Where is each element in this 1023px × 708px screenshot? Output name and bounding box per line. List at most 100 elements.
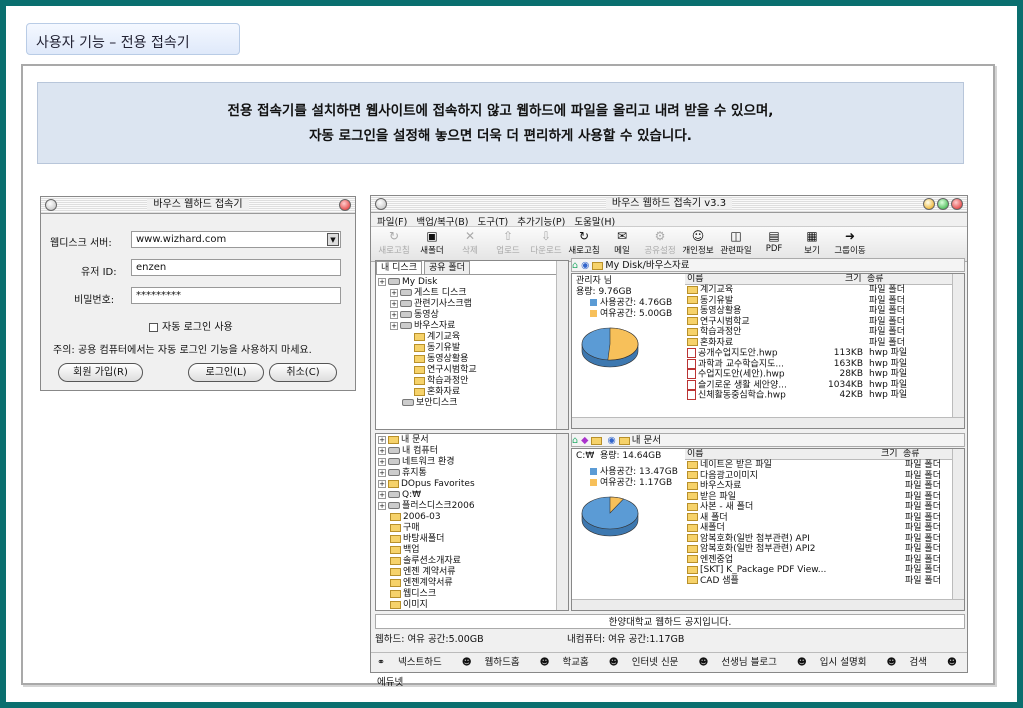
- link-bar-item[interactable]: ☻ 학교홈: [540, 657, 599, 668]
- file-row[interactable]: CAD 샘플 파일 폴더: [687, 576, 953, 587]
- file-row[interactable]: 받은 파일 파일 폴더: [687, 492, 953, 503]
- file-row[interactable]: 다음광고이미지 파일 폴더: [687, 471, 953, 482]
- tree-item[interactable]: 동기유발: [378, 343, 568, 354]
- scrollbar[interactable]: [952, 449, 964, 610]
- file-row[interactable]: 사본 - 새 폴더 파일 폴더: [687, 502, 953, 513]
- file-row[interactable]: 슬기로운 생활 세안양... 1034KB hwp 파일: [687, 379, 953, 390]
- login-button[interactable]: 로그인(L): [188, 363, 264, 382]
- file-row[interactable]: 엔젠중업 파일 폴더: [687, 555, 953, 566]
- scrollbar[interactable]: [556, 434, 568, 610]
- home-icon[interactable]: ⌂: [572, 435, 578, 446]
- expand-icon[interactable]: +: [378, 490, 386, 499]
- horizontal-scrollbar[interactable]: [572, 599, 964, 610]
- toolbar-button[interactable]: ▤ PDF: [755, 227, 793, 260]
- col-size[interactable]: 크기: [845, 274, 862, 285]
- toolbar-button[interactable]: ▣ 새폴더: [413, 227, 451, 260]
- tree-item[interactable]: 보안디스크: [378, 398, 568, 409]
- link-bar-item[interactable]: ☻ 인터넷 신문: [609, 657, 689, 668]
- tab-shared-folder[interactable]: 공유 폴더: [423, 261, 470, 274]
- toolbar-button[interactable]: ◫ 관련파일: [717, 227, 755, 260]
- link-bar-item[interactable]: ☻ 검색: [887, 657, 937, 668]
- tree-item[interactable]: 엔젠계약서류: [378, 578, 568, 589]
- tree-item[interactable]: 웹디스크: [378, 589, 568, 600]
- tab-my-disk[interactable]: 내 디스크: [376, 261, 422, 274]
- file-row[interactable]: 계기교육 파일 폴더: [687, 285, 953, 296]
- file-row[interactable]: 동영상활용 파일 폴더: [687, 306, 953, 317]
- toolbar-button[interactable]: ⇩ 다운로드: [527, 227, 565, 260]
- chevron-down-icon[interactable]: ▼: [327, 233, 339, 246]
- refresh-icon[interactable]: ◉: [581, 260, 589, 271]
- expand-icon[interactable]: +: [390, 299, 398, 308]
- expand-icon[interactable]: +: [390, 310, 398, 319]
- user-id-input[interactable]: enzen: [131, 259, 341, 276]
- col-name[interactable]: 이름: [687, 449, 704, 460]
- tree-item[interactable]: 백업: [378, 545, 568, 556]
- tree-item[interactable]: + 휴지통: [378, 468, 568, 479]
- tree-item[interactable]: + 바우스자료: [378, 321, 568, 332]
- file-row[interactable]: 네이트온 받은 파일 파일 폴더: [687, 460, 953, 471]
- home-icon[interactable]: ⌂: [572, 260, 578, 271]
- expand-icon[interactable]: +: [378, 501, 386, 510]
- tree-item[interactable]: + 플러스디스크2006: [378, 501, 568, 512]
- expand-icon[interactable]: +: [378, 446, 386, 455]
- col-name[interactable]: 이름: [687, 274, 704, 285]
- file-row[interactable]: 혼화자료 파일 폴더: [687, 338, 953, 349]
- horizontal-scrollbar[interactable]: [572, 417, 964, 428]
- cancel-button[interactable]: 취소(C): [269, 363, 337, 382]
- tree-item[interactable]: + 관련기사스크랩: [378, 299, 568, 310]
- toolbar-button[interactable]: ⚙ 공유설정: [641, 227, 679, 260]
- tree-item[interactable]: + 내 컴퓨터: [378, 446, 568, 457]
- maximize-icon[interactable]: [937, 198, 949, 210]
- server-select[interactable]: www.wizhard.com ▼: [131, 231, 341, 248]
- expand-icon[interactable]: +: [390, 321, 398, 330]
- expand-icon[interactable]: +: [378, 457, 386, 466]
- expand-icon[interactable]: +: [378, 468, 386, 477]
- file-row[interactable]: 새폴더 파일 폴더: [687, 523, 953, 534]
- tree-item[interactable]: 동영상활용: [378, 354, 568, 365]
- auto-login-row[interactable]: 자동 로그인 사용: [149, 318, 233, 333]
- tree-item[interactable]: + Q:₩: [378, 490, 568, 501]
- file-row[interactable]: 신체활동중심학습.hwp 42KB hwp 파일: [687, 390, 953, 401]
- link-bar-item[interactable]: ⚭ 넥스트하드: [377, 657, 452, 668]
- link-bar-item[interactable]: ☻ 입시 설명회: [797, 657, 877, 668]
- tree-item[interactable]: 엔젠 계약서류: [378, 567, 568, 578]
- toolbar-button[interactable]: ➜ 그룹이동: [831, 227, 869, 260]
- toolbar-button[interactable]: ▦ 보기: [793, 227, 831, 260]
- expand-icon[interactable]: +: [378, 479, 386, 488]
- file-row[interactable]: 바우스자료 파일 폴더: [687, 481, 953, 492]
- close-icon[interactable]: [951, 198, 963, 210]
- expand-icon[interactable]: +: [378, 277, 386, 286]
- file-row[interactable]: 과학과 교수학습지도... 163KB hwp 파일: [687, 358, 953, 369]
- file-row[interactable]: 동기유발 파일 폴더: [687, 296, 953, 307]
- tree-item[interactable]: + My Disk: [378, 277, 568, 288]
- file-row[interactable]: 암복호화(일반 첨부관련) API2 파일 폴더: [687, 544, 953, 555]
- col-size[interactable]: 크기: [881, 449, 898, 460]
- minimize-icon[interactable]: [923, 198, 935, 210]
- file-row[interactable]: 암복호화(일반 첨부관련) API 파일 폴더: [687, 534, 953, 545]
- tree-item[interactable]: 바탕새폴더: [378, 534, 568, 545]
- password-input[interactable]: *********: [131, 287, 341, 304]
- toolbar-button[interactable]: ↻ 새로고침: [565, 227, 603, 260]
- tree-item[interactable]: + DOpus Favorites: [378, 479, 568, 490]
- tree-item[interactable]: 솔루션소개자료: [378, 556, 568, 567]
- toolbar-button[interactable]: ✕ 삭제: [451, 227, 489, 260]
- tree-item[interactable]: 연구시범학교: [378, 365, 568, 376]
- link-bar-item[interactable]: ☻ 선생님 블로그: [698, 657, 786, 668]
- toolbar-button[interactable]: ✉ 메일: [603, 227, 641, 260]
- tree-item[interactable]: + 내 문서: [378, 435, 568, 446]
- col-kind[interactable]: 종류: [903, 449, 920, 460]
- file-row[interactable]: 수업지도안(세안).hwp 28KB hwp 파일: [687, 369, 953, 380]
- expand-icon[interactable]: +: [390, 288, 398, 297]
- tree-item[interactable]: 구매: [378, 523, 568, 534]
- file-row[interactable]: 공개수업지도안.hwp 113KB hwp 파일: [687, 348, 953, 359]
- tree-item[interactable]: + 동영상: [378, 310, 568, 321]
- auto-login-checkbox[interactable]: [149, 322, 158, 332]
- toolbar-button[interactable]: ⇧ 업로드: [489, 227, 527, 260]
- tree-item[interactable]: 계기교육: [378, 332, 568, 343]
- scrollbar[interactable]: [556, 261, 568, 429]
- tree-item[interactable]: 이미지: [378, 600, 568, 610]
- file-row[interactable]: [SKT] K_Package PDF View... 파일 폴더: [687, 565, 953, 576]
- file-row[interactable]: 학습과정안 파일 폴더: [687, 327, 953, 338]
- refresh-icon[interactable]: ◉: [607, 435, 615, 446]
- tree-item[interactable]: + 게스트 디스크: [378, 288, 568, 299]
